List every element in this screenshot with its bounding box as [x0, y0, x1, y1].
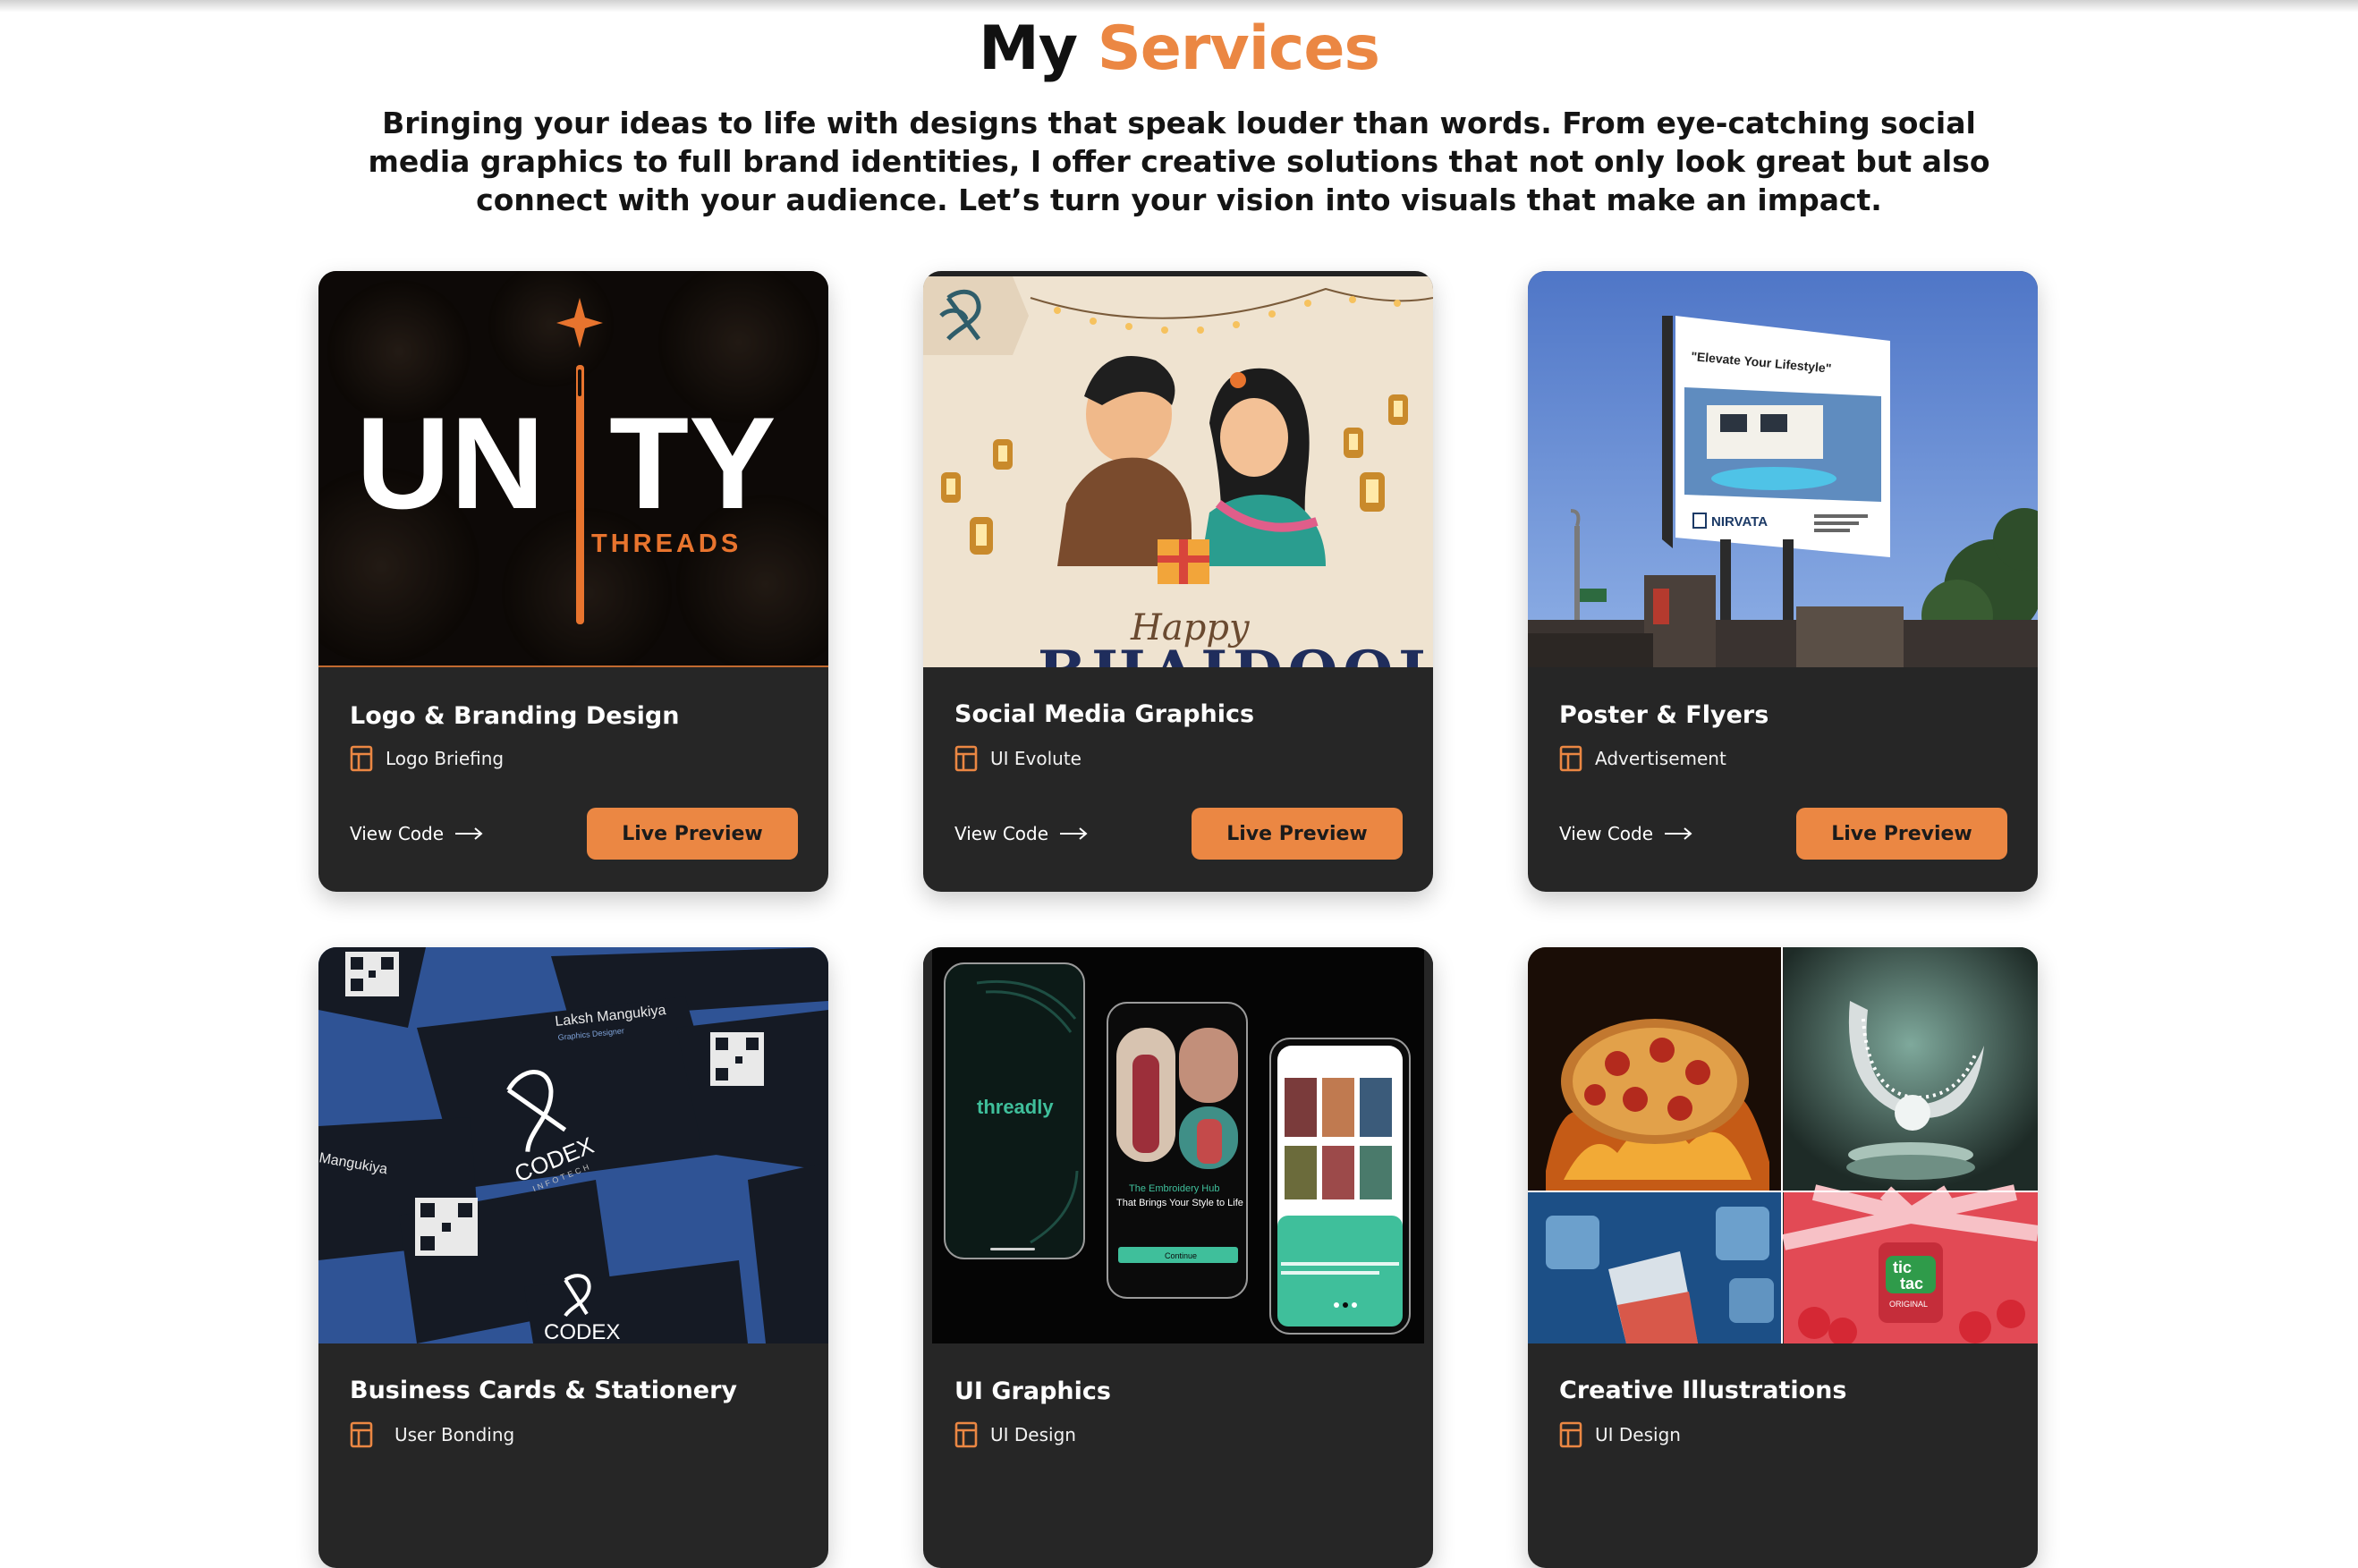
logo-text-threads: THREADS	[591, 530, 742, 558]
card-image-business-cards: Laksh Mangukiya Graphics Designer CODEX …	[318, 947, 828, 1343]
view-code-link[interactable]: View Code	[954, 808, 1088, 860]
card-image-collage: tic tac ORIGINAL	[1528, 947, 2038, 1343]
card-tag-label: User Bonding	[394, 1424, 515, 1445]
view-code-link[interactable]: View Code	[1559, 808, 1692, 860]
card-image-hub-title: The Embroidery Hub	[1129, 1183, 1220, 1194]
candy-brand-2: tac	[1900, 1275, 1923, 1293]
arrow-right-icon	[1665, 827, 1692, 840]
card-image-bhaidooj: Happy BHAIDOOJ	[923, 271, 1433, 667]
heading-word-my: My	[979, 13, 1078, 84]
service-card-social-media: Happy BHAIDOOJ Social Media Graphics UI …	[923, 271, 1433, 892]
arrow-right-icon	[1060, 827, 1088, 840]
card-image-hub-sub: That Brings Your Style to Life	[1116, 1198, 1243, 1208]
card-image-cta: Continue	[1165, 1251, 1197, 1260]
card-tag-label: Advertisement	[1595, 748, 1726, 769]
service-card-ui-graphics: threadly The Embroidery Hub That Brings …	[923, 947, 1433, 1568]
view-code-label: View Code	[954, 823, 1049, 844]
card-image-ui-graphics: threadly The Embroidery Hub That Brings …	[923, 947, 1433, 1343]
card-image-banner: BHAIDOOJ	[1038, 639, 1430, 667]
card-title: Poster & Flyers	[1559, 701, 1769, 729]
layout-icon	[1559, 1421, 1582, 1448]
live-preview-button[interactable]: Live Preview	[587, 808, 798, 860]
card-title: Business Cards & Stationery	[350, 1377, 738, 1404]
view-code-label: View Code	[350, 823, 445, 844]
logo-text-ty: TY	[609, 390, 776, 536]
card-image-billboard: "Elevate Your Lifestyle" NIRVATA	[1528, 271, 2038, 667]
candy-brand-1: tic	[1893, 1259, 1912, 1276]
card-title: Creative Illustrations	[1559, 1377, 1847, 1404]
card-title: UI Graphics	[954, 1377, 1111, 1405]
service-card-business-cards: Laksh Mangukiya Graphics Designer CODEX …	[318, 947, 828, 1568]
live-preview-button[interactable]: Live Preview	[1192, 808, 1403, 860]
card-tag: UI Evolute	[954, 745, 1081, 772]
card-title: Social Media Graphics	[954, 700, 1255, 728]
view-code-link[interactable]: View Code	[350, 808, 483, 860]
view-code-label: View Code	[1559, 823, 1654, 844]
card-tag: Advertisement	[1559, 745, 1726, 772]
card-tag-label: Logo Briefing	[386, 748, 505, 769]
service-card-poster-flyers: "Elevate Your Lifestyle" NIRVATA Poster …	[1528, 271, 2038, 892]
logo-text-un: UN	[356, 390, 545, 536]
candy-sub: ORIGINAL	[1889, 1300, 1928, 1309]
card-image-unity-threads: UN TY THREADS	[318, 271, 828, 667]
card-image-brand-2: CODEX	[544, 1320, 620, 1343]
layout-icon	[954, 745, 978, 772]
card-tag-label: UI Design	[1595, 1424, 1681, 1445]
card-tag: Logo Briefing	[350, 745, 504, 772]
live-preview-button[interactable]: Live Preview	[1796, 808, 2007, 860]
heading-word-services: Services	[1097, 13, 1380, 84]
card-image-app-name: threadly	[977, 1096, 1054, 1118]
card-tag-label: UI Design	[990, 1424, 1076, 1445]
billboard-brand: NIRVATA	[1711, 514, 1768, 530]
section-heading: My Services	[0, 13, 2358, 86]
section-intro: Bringing your ideas to life with designs…	[368, 106, 1990, 217]
card-tag-label: UI Evolute	[990, 748, 1081, 769]
layout-icon	[350, 1421, 373, 1448]
card-title: Logo & Branding Design	[350, 702, 680, 730]
layout-icon	[1559, 745, 1582, 772]
card-tag: UI Design	[954, 1421, 1076, 1448]
top-shadow	[0, 0, 2358, 13]
arrow-right-icon	[455, 827, 483, 840]
service-card-creative-illustrations: tic tac ORIGINAL Creative Illustrations …	[1528, 947, 2038, 1568]
card-tag: User Bonding	[350, 1421, 514, 1448]
layout-icon	[954, 1421, 978, 1448]
layout-icon	[350, 745, 373, 772]
card-tag: UI Design	[1559, 1421, 1681, 1448]
service-card-logo-branding: UN TY THREADS Logo & Branding Design Log…	[318, 271, 828, 892]
